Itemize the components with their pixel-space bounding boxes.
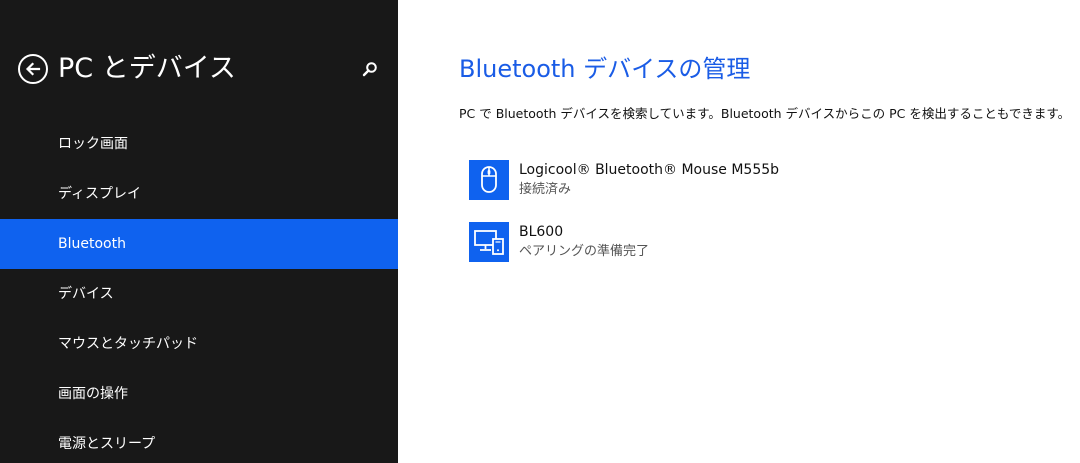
device-name: Logicool® Bluetooth® Mouse M555b bbox=[519, 162, 780, 178]
devices-icon bbox=[474, 230, 504, 255]
back-button[interactable] bbox=[18, 54, 48, 84]
device-icon-tile bbox=[469, 222, 509, 262]
device-name: BL600 bbox=[519, 224, 564, 240]
sidebar-item-devices[interactable]: デバイス bbox=[0, 269, 398, 319]
sidebar-item-bluetooth[interactable]: Bluetooth bbox=[0, 219, 398, 269]
back-arrow-icon bbox=[25, 62, 41, 76]
description-text: PC で Bluetooth デバイスを検索しています。Bluetooth デバ… bbox=[459, 106, 1071, 121]
sidebar-title: PC とデバイス bbox=[58, 53, 236, 84]
search-button[interactable] bbox=[360, 60, 380, 80]
device-item-mouse[interactable]: Logicool® Bluetooth® Mouse M555b 接続済み bbox=[469, 160, 1029, 210]
device-status: ペアリングの準備完了 bbox=[519, 244, 650, 259]
sidebar-nav: ロック画面 ディスプレイ Bluetooth デバイス マウスとタッチパッド 画… bbox=[0, 119, 398, 463]
device-status: 接続済み bbox=[519, 182, 572, 197]
device-item-bl600[interactable]: BL600 ペアリングの準備完了 bbox=[469, 222, 1029, 272]
sidebar-item-screen-operation[interactable]: 画面の操作 bbox=[0, 369, 398, 419]
mouse-icon bbox=[481, 166, 497, 193]
main-content: Bluetooth デバイスの管理 PC で Bluetooth デバイスを検索… bbox=[398, 0, 1080, 463]
pc-settings-window: PC とデバイス ロック画面 ディスプレイ Bluetooth デバイス マウス… bbox=[0, 0, 1080, 463]
sidebar-item-mouse-touchpad[interactable]: マウスとタッチパッド bbox=[0, 319, 398, 369]
sidebar: PC とデバイス ロック画面 ディスプレイ Bluetooth デバイス マウス… bbox=[0, 0, 398, 463]
page-title: Bluetooth デバイスの管理 bbox=[459, 55, 751, 83]
sidebar-item-display[interactable]: ディスプレイ bbox=[0, 169, 398, 219]
sidebar-item-power-sleep[interactable]: 電源とスリープ bbox=[0, 419, 398, 463]
search-icon bbox=[362, 62, 377, 77]
sidebar-item-lock-screen[interactable]: ロック画面 bbox=[0, 119, 398, 169]
device-icon-tile bbox=[469, 160, 509, 200]
